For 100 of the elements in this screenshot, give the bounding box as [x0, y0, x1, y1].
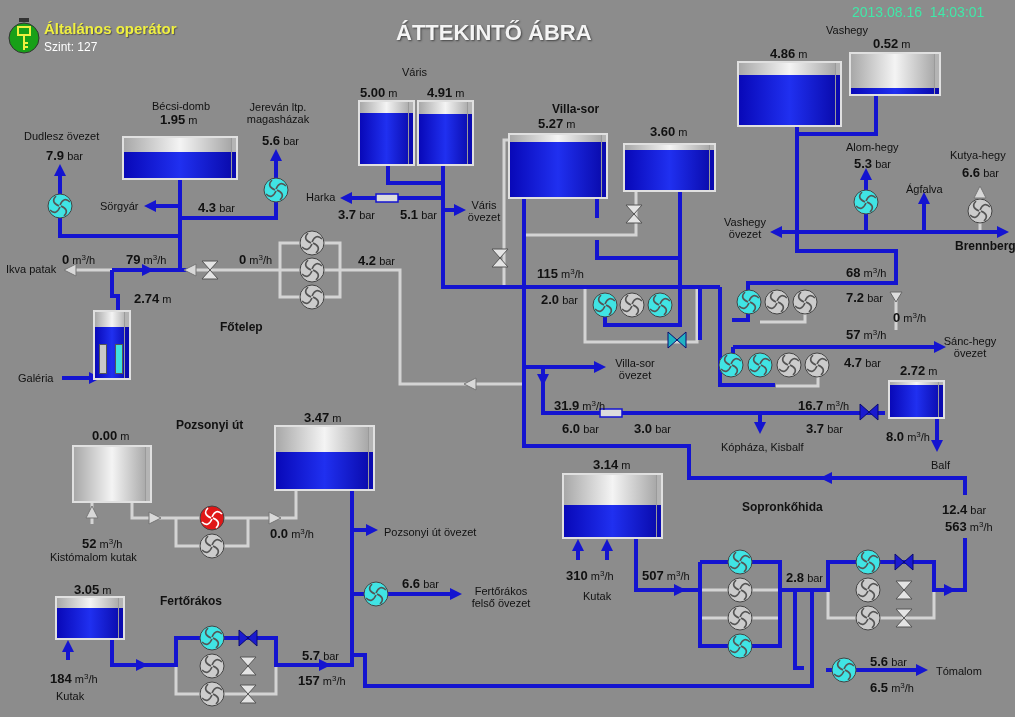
arrow-icon — [601, 539, 613, 551]
level-reading: 3.47 m — [304, 410, 342, 426]
place-name: Jereván ltp. magasházak — [246, 101, 310, 126]
screen-title: ÁTTEKINTŐ ÁBRA — [396, 19, 592, 47]
reading: 3.7 bar — [338, 207, 376, 223]
level-reading: 4.86 m — [770, 46, 808, 62]
arrow-icon — [268, 511, 282, 525]
arrow-icon — [860, 168, 872, 180]
arrow-icon — [572, 539, 584, 551]
reading: 3.7 bar — [806, 421, 844, 437]
level-reading: 2.74 m — [134, 291, 172, 307]
arrow-icon — [63, 263, 77, 277]
level-reading: 3.05 m — [74, 582, 112, 598]
reading: 2.0 bar — [541, 292, 579, 308]
reading: 184 m$^{3}$/h — [50, 671, 98, 687]
reading: 5.1 bar — [400, 207, 438, 223]
reading: 310 m$^{3}$/h — [566, 568, 614, 584]
reading: 5.6 bar — [262, 133, 300, 149]
place-name: Sánc-hegy övezet — [942, 335, 998, 360]
arrow-icon — [270, 149, 282, 161]
reading: 52 m$^{3}$/h — [82, 536, 123, 552]
station-name: Pozsonyi út — [176, 419, 244, 433]
station-name: Főtelep — [220, 321, 263, 335]
station-name: Villa-sor — [552, 103, 600, 117]
level-reading: 0.00 m — [92, 428, 130, 444]
reading: 3.0 bar — [634, 421, 672, 437]
level-reading: 5.00 m — [360, 85, 398, 101]
reading: 31.9 m$^{3}$/h — [554, 398, 606, 414]
reading: 7.9 bar — [46, 148, 84, 164]
place-name: Balf — [931, 459, 950, 472]
reading: 5.7 bar — [302, 648, 340, 664]
reading: 6.5 m$^{3}$/h — [870, 680, 914, 696]
arrow-icon — [54, 164, 66, 176]
place-name: Ikva patak — [6, 263, 57, 276]
reading: 0 m$^{3}$/h — [239, 252, 273, 268]
arrow-icon — [916, 664, 928, 676]
reading: 0 m$^{3}$/h — [893, 310, 927, 326]
reading: 7.2 bar — [846, 290, 884, 306]
place-name: Tómalom — [936, 665, 982, 678]
place-name: Vashegy — [826, 24, 868, 37]
key-icon — [7, 18, 41, 54]
place-name: Kistómalom kutak — [50, 551, 137, 564]
reading: 4.2 bar — [358, 253, 396, 269]
arrow-icon — [997, 226, 1009, 238]
place-name: Kópháza, Kisbalf — [721, 441, 804, 454]
arrow-icon — [85, 505, 99, 519]
reading: 6.6 bar — [402, 576, 440, 592]
station-name: Fertőrákos — [160, 595, 223, 609]
reading: 5.6 bar — [870, 654, 908, 670]
place-name: Váris övezet — [466, 199, 502, 224]
reading: 507 m$^{3}$/h — [642, 568, 690, 584]
pipe — [58, 176, 62, 194]
reading: 16.7 m$^{3}$/h — [798, 398, 850, 414]
flow-meter — [375, 193, 399, 203]
filter-column — [99, 344, 107, 374]
place-name: Pozsonyi út övezet — [384, 526, 477, 539]
reading: 79 m$^{3}$/h — [126, 252, 167, 268]
level-reading: 0.52 m — [873, 36, 911, 52]
flow-meter — [599, 408, 623, 418]
arrow-icon — [463, 377, 477, 391]
access-level: Szint: 127 — [44, 39, 98, 56]
reading: 0.0 m$^{3}$/h — [270, 526, 314, 542]
reading: 4.3 bar — [198, 200, 236, 216]
arrow-icon — [148, 511, 162, 525]
level-reading: 3.60 m — [650, 124, 688, 140]
station-name: Brennberg — [955, 240, 1015, 254]
reading: 5.3 bar — [854, 156, 892, 172]
place-name: Ágfalva — [906, 183, 943, 196]
level-reading: 2.72 m — [900, 363, 938, 379]
arrow-icon — [366, 524, 378, 536]
place-name: Vashegy övezet — [723, 216, 767, 241]
reading: 57 m$^{3}$/h — [846, 327, 887, 343]
arrow-icon — [450, 588, 462, 600]
place-name: Villa-sor övezet — [614, 357, 656, 382]
arrow-icon — [770, 226, 782, 238]
level-reading: 4.91 m — [427, 85, 465, 101]
place-name: Galéria — [18, 372, 54, 385]
reading: 68 m$^{3}$/h — [846, 265, 887, 281]
arrow-icon — [931, 440, 943, 452]
place-name: Váris — [402, 66, 428, 79]
operator-name: Általános operátor — [44, 19, 177, 39]
place-name: Dudlesz övezet — [24, 130, 100, 143]
arrow-icon — [973, 185, 987, 199]
arrow-icon — [340, 192, 352, 204]
arrow-icon — [144, 200, 156, 212]
check-valve — [889, 291, 903, 303]
reading: 6.6 bar — [962, 165, 1000, 181]
place-name: Kutya-hegy — [950, 149, 1006, 162]
reading: 115 m$^{3}$/h — [537, 266, 584, 282]
arrow-icon — [183, 263, 197, 277]
place-name: Fertőrákos felső övezet — [470, 585, 532, 610]
arrow-icon — [594, 361, 606, 373]
place-name: Alom-hegy — [846, 141, 899, 154]
reading: 2.8 bar — [786, 570, 824, 586]
reading: 4.7 bar — [844, 355, 882, 371]
filter-column — [115, 344, 123, 374]
place-name: Kutak — [56, 690, 85, 703]
reading: 8.0 m$^{3}$/h — [886, 429, 930, 445]
level-reading: 1.95 m — [160, 112, 198, 128]
arrow-icon — [454, 204, 466, 216]
